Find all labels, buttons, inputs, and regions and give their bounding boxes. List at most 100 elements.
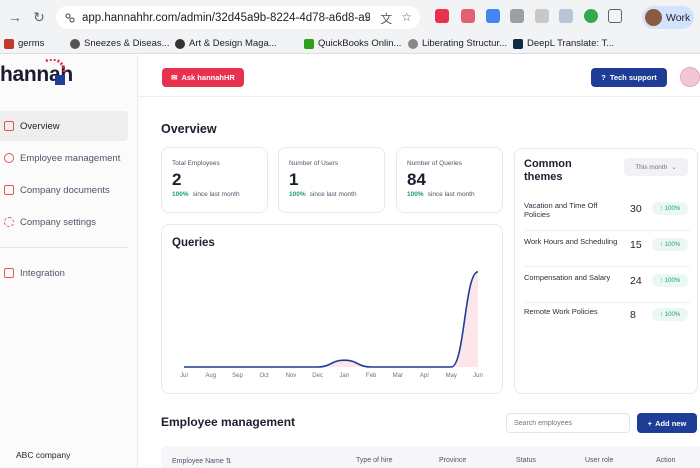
change-badge: ↑ 100% [652, 274, 688, 287]
gear-icon [4, 217, 14, 227]
overview-icon [4, 121, 14, 131]
drive-extension-icon[interactable] [486, 9, 500, 23]
camera-extension-icon[interactable] [510, 9, 524, 23]
period-select[interactable]: This month ⌄ [624, 158, 688, 176]
row-divider [524, 230, 690, 231]
x-tick-label: Feb [366, 373, 377, 379]
stat-card-number-of-queries: Number of Queries 84 100% since last mont… [396, 147, 503, 213]
row-divider [524, 266, 690, 267]
stat-value: 1 [289, 170, 299, 189]
column-header: Status [516, 457, 536, 464]
search-person-icon [4, 153, 14, 163]
x-tick-label: Nov [286, 373, 297, 379]
reload-icon[interactable]: ↻ [28, 6, 50, 28]
chevron-down-icon: ⌄ [671, 164, 677, 171]
x-tick-label: Mar [393, 373, 403, 379]
sidebar-item-label: Overview [20, 120, 60, 132]
theme-row[interactable]: Compensation and Salary 24 ↑ 100% [524, 273, 688, 301]
sidebar-item-label: Integration [20, 267, 65, 279]
zoom-icon[interactable]: ⌕ [364, 10, 371, 27]
employee-search-input[interactable] [506, 413, 630, 433]
stat-value: 2 [172, 170, 182, 189]
sidebar-item-company-settings[interactable]: Company settings [0, 207, 128, 237]
theme-row[interactable]: Remote Work Policies 8 ↑ 100% [524, 307, 688, 335]
sidebar-item-label: Company settings [20, 216, 97, 228]
queries-card: Queries Jul Aug Sep Oct Nov Dec Jan Feb Mar Apr Ma… [161, 224, 503, 394]
chat-icon: ✉ [171, 73, 178, 82]
stat-change: 100% since last month [172, 191, 240, 198]
play-extension-icon[interactable] [584, 9, 598, 23]
queries-line [184, 271, 479, 368]
sidebar-item-integration[interactable]: Integration [0, 258, 128, 288]
ask-hannahhr-button[interactable]: ✉ Ask hannahHR [162, 68, 244, 87]
bookmark-favicon-icon [4, 38, 14, 49]
theme-row[interactable]: Work Hours and Scheduling 15 ↑ 100% [524, 237, 688, 265]
integration-icon [4, 268, 14, 278]
stat-card-number-of-users: Number of Users 1 100% since last month [278, 147, 385, 213]
x-tick-label: May [446, 373, 457, 379]
stat-label: Number of Users [289, 160, 339, 167]
bookmark-star-icon[interactable]: ☆ [401, 10, 412, 27]
x-tick-label: Oct [260, 373, 270, 379]
extension-icon[interactable] [461, 9, 475, 23]
profile-label: Work [666, 11, 691, 24]
sidebar-item-overview[interactable]: Overview [0, 111, 128, 141]
x-tick-label: Dec [312, 373, 323, 379]
employee-management-title: Employee management [161, 415, 296, 429]
sidebar-divider [0, 247, 128, 248]
plus-icon: + [647, 418, 653, 428]
sidebar-item-employee-management[interactable]: Employee management [0, 143, 128, 173]
extension-icon[interactable] [559, 9, 573, 23]
bookmark-item[interactable]: QuickBooks Onlin... [304, 38, 401, 49]
help-icon: ? [601, 73, 606, 82]
change-badge: ↑ 100% [652, 238, 688, 251]
bookmark-item[interactable]: germs [4, 38, 44, 49]
profile-button[interactable]: Work [642, 6, 694, 29]
sidebar: hannah Overview Employee management Comp… [0, 55, 138, 468]
translate-icon[interactable]: 文 [380, 10, 392, 27]
main-header: ✉ Ask hannahHR ? Tech support [138, 55, 700, 97]
company-name[interactable]: ABC company [16, 450, 70, 460]
extension-icon[interactable] [535, 9, 549, 23]
queries-area [184, 271, 478, 367]
queries-chart: Jul Aug Sep Oct Nov Dec Jan Feb Mar Apr May Jun [180, 271, 483, 379]
column-header-name[interactable]: Employee Name ⇅ [172, 457, 232, 465]
site-info-icon[interactable] [64, 12, 76, 24]
url-text: app.hannahhr.com/admin/32d45a9b-8224-4d7… [82, 11, 370, 24]
row-divider [524, 302, 690, 303]
stat-label: Number of Queries [407, 160, 462, 167]
bookmark-item[interactable]: Sneezes & Diseas... [70, 38, 170, 49]
stat-change: 100% since last month [407, 191, 475, 198]
arrow-up-icon: ↑ [659, 205, 663, 212]
back-arrow-icon[interactable]: → [4, 6, 26, 28]
sidebar-item-company-documents[interactable]: Company documents [0, 175, 128, 205]
common-themes-card: Common themes This month ⌄ Vacation and … [514, 148, 698, 394]
document-icon [4, 185, 14, 195]
stat-value: 84 [407, 170, 426, 189]
theme-row[interactable]: Vacation and Time Off Policies 30 ↑ 100% [524, 201, 688, 229]
themes-title: Common themes [524, 158, 572, 183]
extensions-puzzle-icon[interactable] [608, 9, 622, 23]
change-badge: ↑ 100% [652, 202, 688, 215]
stat-card-total-employees: Total Employees 2 100% since last month [161, 147, 268, 213]
x-tick-label: Apr [420, 373, 429, 379]
x-tick-label: Sep [232, 373, 243, 379]
address-bar[interactable]: app.hannahhr.com/admin/32d45a9b-8224-4d7… [56, 6, 420, 29]
bookmark-item[interactable]: Liberating Structur... [408, 38, 507, 49]
stat-label: Total Employees [172, 160, 220, 167]
tech-support-button[interactable]: ? Tech support [591, 68, 667, 87]
add-new-button[interactable]: + Add new [637, 413, 697, 433]
sort-icon: ⇅ [225, 458, 232, 465]
column-header: Province [439, 457, 467, 464]
globe-icon [408, 38, 418, 49]
stat-change: 100% since last month [289, 191, 357, 198]
bookmark-item[interactable]: Art & Design Maga... [175, 38, 277, 49]
column-header: User role [585, 457, 614, 464]
extension-icon[interactable] [435, 9, 449, 23]
bookmark-favicon-icon [175, 38, 185, 49]
user-avatar[interactable] [680, 67, 700, 87]
browser-toolbar: → ↻ app.hannahhr.com/admin/32d45a9b-8224… [0, 0, 700, 34]
quickbooks-icon [304, 38, 314, 49]
arrow-up-icon: ↑ [659, 311, 663, 318]
bookmark-item[interactable]: DeepL Translate: T... [513, 38, 614, 49]
